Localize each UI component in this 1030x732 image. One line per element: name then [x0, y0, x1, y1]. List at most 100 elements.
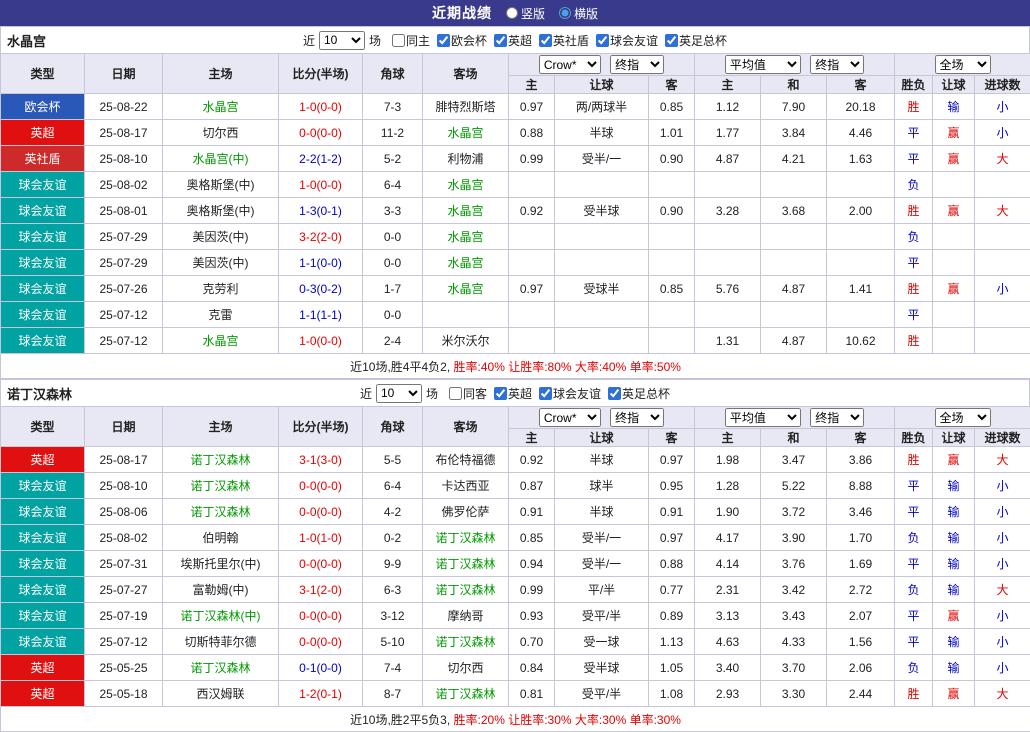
average-select[interactable]: 平均值 [725, 408, 801, 427]
avg-final-select[interactable]: 终指 [810, 55, 864, 74]
result-handicap: 输 [933, 629, 975, 655]
final-odds-select[interactable]: 终指 [610, 55, 664, 74]
home-team-link[interactable]: 西汉姆联 [163, 681, 279, 707]
filter-checkbox-item[interactable]: 英足总杯 [608, 385, 670, 402]
match-count-select[interactable]: 10 [376, 384, 422, 403]
away-team-link[interactable]: 佛罗伦萨 [423, 499, 509, 525]
col-odds-home: 主 [509, 429, 555, 447]
filter-checkbox-item[interactable]: 英足总杯 [665, 32, 727, 49]
filter-checkbox-item[interactable]: 同客 [449, 385, 487, 402]
corner-count: 8-7 [363, 681, 423, 707]
final-odds-select[interactable]: 终指 [610, 408, 664, 427]
home-team-link[interactable]: 水晶宫 [163, 328, 279, 354]
home-team-link[interactable]: 埃斯托里尔(中) [163, 551, 279, 577]
layout-horizontal-radio[interactable] [559, 7, 571, 19]
average-group-header: 平均值 终指 [695, 407, 895, 429]
filter-checkbox-item[interactable]: 球会友谊 [596, 32, 658, 49]
filter-checkbox[interactable] [494, 34, 507, 47]
filter-checkbox[interactable] [596, 34, 609, 47]
away-team-link[interactable]: 切尔西 [423, 655, 509, 681]
layout-horizontal-option[interactable]: 横版 [559, 5, 598, 22]
away-team-link[interactable]: 摩纳哥 [423, 603, 509, 629]
league-badge: 球会友谊 [1, 473, 85, 499]
match-count-select[interactable]: 10 [319, 31, 365, 50]
away-team-link[interactable]: 布伦特福德 [423, 447, 509, 473]
away-team-link[interactable]: 利物浦 [423, 146, 509, 172]
away-team-link[interactable]: 水晶宫 [423, 198, 509, 224]
handicap-line: 半球 [555, 120, 649, 146]
match-row: 球会友谊25-07-12水晶宫1-0(0-0)2-4米尔沃尔1.314.8710… [1, 328, 1030, 354]
home-team-link[interactable]: 诺丁汉森林(中) [163, 603, 279, 629]
away-team-link[interactable]: 水晶宫 [423, 224, 509, 250]
away-team-link[interactable]: 水晶宫 [423, 250, 509, 276]
filter-checkbox[interactable] [494, 387, 507, 400]
match-date: 25-07-29 [85, 224, 163, 250]
filter-checkbox[interactable] [449, 387, 462, 400]
home-team-link[interactable]: 美因茨(中) [163, 224, 279, 250]
filter-checkbox[interactable] [608, 387, 621, 400]
layout-vertical-option[interactable]: 竖版 [506, 5, 545, 22]
average-group-header: 平均值 终指 [695, 54, 895, 76]
filter-checkbox[interactable] [665, 34, 678, 47]
away-team-link[interactable]: 卡达西亚 [423, 473, 509, 499]
filter-checkbox-item[interactable]: 欧会杯 [437, 32, 487, 49]
handicap-odds-home: 0.99 [509, 146, 555, 172]
layout-vertical-label: 竖版 [521, 5, 545, 22]
filter-checkbox-item[interactable]: 英社盾 [539, 32, 589, 49]
col-avg-away: 客 [827, 76, 895, 94]
handicap-odds-home: 0.97 [509, 94, 555, 120]
filter-checkbox-item[interactable]: 同主 [392, 32, 430, 49]
home-team-link[interactable]: 切尔西 [163, 120, 279, 146]
home-team-link[interactable]: 美因茨(中) [163, 250, 279, 276]
handicap-odds-away: 0.95 [649, 473, 695, 499]
filter-checkbox-item[interactable]: 英超 [494, 385, 532, 402]
col-odds-away: 客 [649, 429, 695, 447]
avg-odds-away: 2.06 [827, 655, 895, 681]
home-team-link[interactable]: 诺丁汉森林 [163, 447, 279, 473]
away-team-link[interactable]: 米尔沃尔 [423, 328, 509, 354]
filter-checkbox[interactable] [539, 34, 552, 47]
away-team-link[interactable]: 水晶宫 [423, 276, 509, 302]
away-team-link[interactable]: 诺丁汉森林 [423, 629, 509, 655]
filter-checkbox[interactable] [437, 34, 450, 47]
home-team-link[interactable]: 水晶宫(中) [163, 146, 279, 172]
away-team-link[interactable]: 水晶宫 [423, 120, 509, 146]
home-team-link[interactable]: 富勒姆(中) [163, 577, 279, 603]
away-team-link[interactable]: 水晶宫 [423, 172, 509, 198]
filter-checkbox-item[interactable]: 球会友谊 [539, 385, 601, 402]
home-team-link[interactable]: 奥格斯堡(中) [163, 198, 279, 224]
match-date: 25-08-06 [85, 499, 163, 525]
section-header: 诺丁汉森林 近 10 场 同客英超球会友谊英足总杯 [0, 379, 1030, 406]
avg-odds-away: 1.63 [827, 146, 895, 172]
period-select[interactable]: 全场 [935, 408, 991, 427]
away-team-link[interactable]: 诺丁汉森林 [423, 681, 509, 707]
away-team-link[interactable]: 腓特烈斯塔 [423, 94, 509, 120]
match-date: 25-08-02 [85, 525, 163, 551]
home-team-link[interactable]: 克雷 [163, 302, 279, 328]
home-team-link[interactable]: 切斯特菲尔德 [163, 629, 279, 655]
avg-final-select[interactable]: 终指 [810, 408, 864, 427]
filter-checkbox[interactable] [539, 387, 552, 400]
average-select[interactable]: 平均值 [725, 55, 801, 74]
home-team-link[interactable]: 奥格斯堡(中) [163, 172, 279, 198]
home-team-link[interactable]: 诺丁汉森林 [163, 499, 279, 525]
section-team-name: 水晶宫 [7, 31, 46, 50]
away-team-link[interactable]: 诺丁汉森林 [423, 551, 509, 577]
home-team-link[interactable]: 诺丁汉森林 [163, 655, 279, 681]
avg-odds-away [827, 250, 895, 276]
filter-checkbox-item[interactable]: 英超 [494, 32, 532, 49]
filter-checkbox[interactable] [392, 34, 405, 47]
away-team-link[interactable]: 诺丁汉森林 [423, 577, 509, 603]
home-team-link[interactable]: 水晶宫 [163, 94, 279, 120]
layout-vertical-radio[interactable] [506, 7, 518, 19]
home-team-link[interactable]: 伯明翰 [163, 525, 279, 551]
bookmaker-select[interactable]: Crow* [539, 55, 601, 74]
bookmaker-select[interactable]: Crow* [539, 408, 601, 427]
handicap-line [555, 250, 649, 276]
away-team-link[interactable]: 诺丁汉森林 [423, 525, 509, 551]
home-team-link[interactable]: 克劳利 [163, 276, 279, 302]
period-select[interactable]: 全场 [935, 55, 991, 74]
handicap-odds-home: 0.88 [509, 120, 555, 146]
handicap-odds-away [649, 328, 695, 354]
home-team-link[interactable]: 诺丁汉森林 [163, 473, 279, 499]
